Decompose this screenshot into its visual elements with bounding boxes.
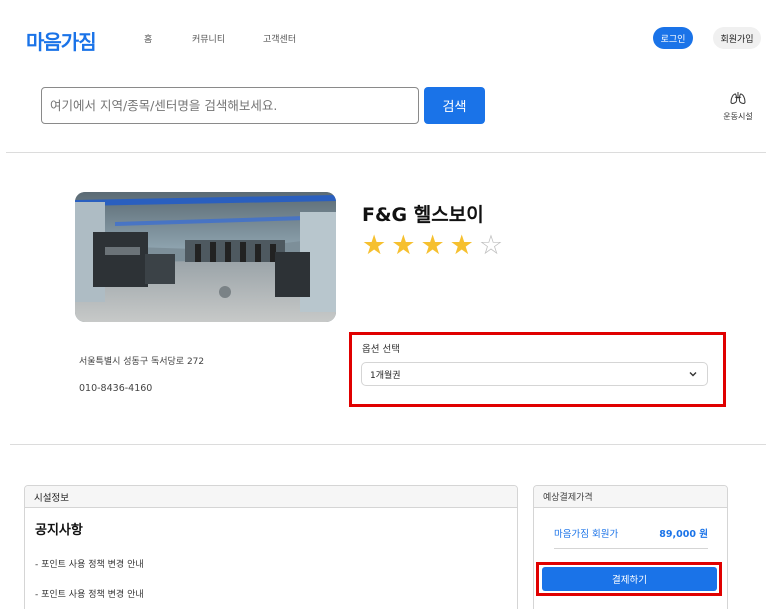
facility-shortcut[interactable]: 운동시설 <box>718 90 758 122</box>
member-price-label: 마음가짐 회원가 <box>554 529 619 540</box>
site-logo[interactable]: 마음가짐 <box>26 26 97 55</box>
facility-shortcut-label: 운동시설 <box>723 112 753 121</box>
gym-name: F&G 헬스보이 <box>362 204 484 226</box>
section-divider <box>10 444 766 445</box>
search-button[interactable]: 검색 <box>424 87 485 124</box>
chevron-down-icon <box>689 372 697 377</box>
option-select[interactable]: 1개월권 <box>361 362 708 386</box>
signup-button[interactable]: 회원가입 <box>713 27 761 49</box>
rating-stars: ★★★★☆ <box>362 232 508 259</box>
star-icon: ★ <box>449 230 479 261</box>
star-icon: ★ <box>391 230 421 261</box>
pay-button[interactable]: 결제하기 <box>542 567 717 591</box>
facility-info-header: 시설정보 <box>25 486 517 508</box>
member-price-value: 89,000 원 <box>659 529 708 540</box>
gym-photo <box>75 192 336 322</box>
star-icon: ★ <box>420 230 450 261</box>
option-label: 옵션 선택 <box>362 344 400 355</box>
notice-item[interactable]: - 포인트 사용 정책 변경 안내 <box>35 587 144 600</box>
notice-item[interactable]: - 포인트 사용 정책 변경 안내 <box>35 557 144 570</box>
nav-community[interactable]: 커뮤니티 <box>192 32 225 45</box>
star-icon: ★ <box>362 230 392 261</box>
member-price-row: 마음가짐 회원가 89,000 원 <box>554 526 708 540</box>
login-button[interactable]: 로그인 <box>653 27 693 49</box>
price-divider <box>554 548 708 549</box>
gym-address: 서울특별시 성동구 독서당로 272 <box>79 357 205 367</box>
search-input[interactable] <box>41 87 419 124</box>
gym-phone: 010-8436-4160 <box>79 383 153 394</box>
header-divider <box>6 152 766 153</box>
option-selected-value: 1개월권 <box>370 370 401 381</box>
nav-home[interactable]: 홈 <box>144 32 152 45</box>
star-outline-icon: ☆ <box>478 230 509 261</box>
nav-customer-center[interactable]: 고객센터 <box>263 32 296 45</box>
notice-title: 공지사항 <box>35 523 83 538</box>
price-card-header: 예상결제가격 <box>534 486 727 508</box>
lungs-icon <box>730 92 746 104</box>
